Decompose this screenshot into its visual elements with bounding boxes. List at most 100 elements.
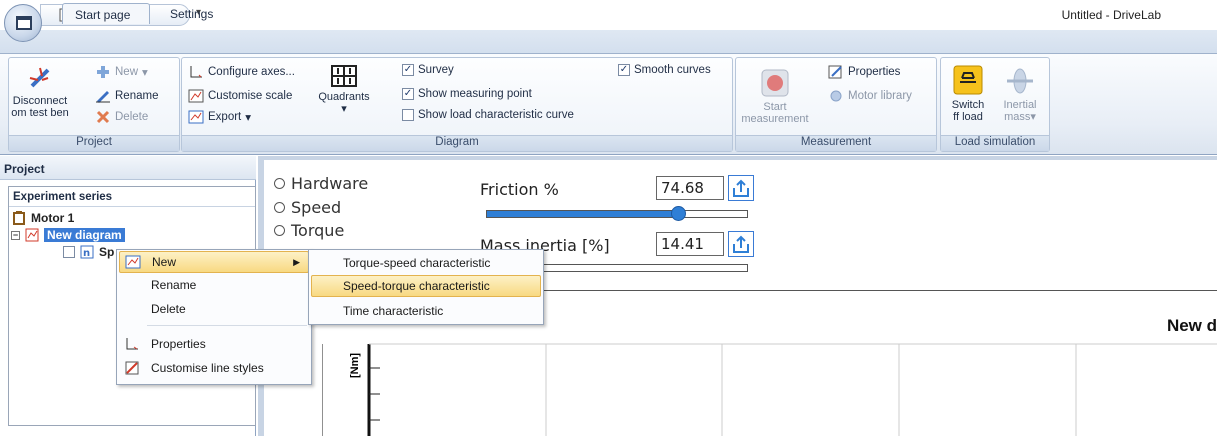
- time-characteristic-label: Time characteristic: [343, 304, 444, 318]
- inertial-label-1: Inertial: [1003, 99, 1037, 111]
- ribbon-tab-strip: [0, 30, 1217, 54]
- properties-label: Properties: [848, 66, 901, 78]
- menu-item-properties[interactable]: Properties: [119, 333, 309, 355]
- plus-icon: [95, 64, 111, 80]
- tab-start-page[interactable]: Start page: [62, 3, 150, 24]
- smooth-curves-check-icon: ✓: [618, 64, 630, 76]
- speed-torque-label: Speed-torque characteristic: [343, 279, 490, 293]
- ribbon-group-project: Disconnect om test ben New ▾ Rename Dele…: [8, 57, 180, 152]
- friction-upload-button[interactable]: [728, 175, 754, 201]
- rename-icon: [95, 88, 111, 104]
- inertial-mass-button[interactable]: Inertial mass▾: [995, 66, 1045, 123]
- quadrants-label: Quadrants: [318, 91, 370, 103]
- radio-speed[interactable]: Speed: [274, 198, 341, 217]
- record-icon: [761, 69, 789, 97]
- quadrants-icon: [331, 65, 357, 87]
- radio-hardware[interactable]: Hardware: [274, 174, 368, 193]
- motor-library-button[interactable]: Motor library: [828, 88, 912, 104]
- svg-text:n: n: [83, 248, 90, 259]
- show-load-curve-checkbox[interactable]: Show load characteristic curve: [402, 109, 574, 121]
- new-diagram-label: New diagram: [44, 228, 125, 242]
- export-button[interactable]: Export ▾: [188, 109, 251, 125]
- survey-label: Survey: [418, 64, 454, 76]
- quadrants-button[interactable]: Quadrants ▾: [314, 64, 374, 115]
- ribbon-group-load-simulation: Switch ff load Inertial mass▾ Load simul…: [940, 57, 1050, 152]
- menu-new-label: New: [152, 255, 177, 269]
- show-measuring-point-checkbox[interactable]: ✓ Show measuring point: [402, 88, 532, 100]
- rename-label: Rename: [115, 90, 159, 102]
- switch-label-2: ff load: [953, 111, 983, 123]
- show-load-curve-label: Show load characteristic curve: [418, 109, 574, 121]
- radio-speed-label: Speed: [291, 198, 342, 217]
- submenu-item-speed-torque[interactable]: Speed-torque characteristic: [311, 275, 541, 297]
- properties-icon: [828, 64, 844, 80]
- properties-button[interactable]: Properties: [828, 64, 900, 80]
- smooth-curves-checkbox[interactable]: ✓ Smooth curves: [618, 64, 711, 76]
- start-label-1: Start: [763, 101, 787, 113]
- switch-label-1: Switch: [951, 99, 985, 111]
- disconnect-button[interactable]: Disconnect om test ben: [11, 64, 69, 119]
- inertial-mass-icon: [1007, 68, 1033, 94]
- disconnect-label-2: om test ben: [11, 107, 69, 119]
- menu-item-delete[interactable]: Delete: [119, 298, 309, 320]
- customise-scale-button[interactable]: Customise scale: [188, 88, 292, 104]
- chevron-down-icon: ▾: [142, 67, 148, 79]
- project-pane-header: Project: [0, 156, 256, 180]
- collapse-icon[interactable]: −: [11, 230, 20, 240]
- mass-inertia-upload-button[interactable]: [728, 231, 754, 257]
- start-label-2: measurement: [741, 113, 809, 125]
- configure-axes-label: Configure axes...: [208, 66, 295, 78]
- tree-node-motor[interactable]: Motor 1: [11, 210, 74, 226]
- disconnect-label-1: Disconnect: [12, 95, 68, 107]
- tree-node-new-diagram[interactable]: − New diagram: [11, 227, 125, 243]
- ribbon: Disconnect om test ben New ▾ Rename Dele…: [0, 53, 1217, 155]
- radio-dot-icon: [274, 225, 285, 236]
- chevron-down-icon: ▾: [245, 112, 252, 124]
- delete-icon: [95, 109, 111, 125]
- export-label: Export: [208, 111, 242, 123]
- torque-speed-label: Torque-speed characteristic: [343, 256, 491, 270]
- menu-delete-label: Delete: [151, 302, 186, 316]
- menu-item-new[interactable]: New ▶: [119, 251, 309, 273]
- radio-hardware-label: Hardware: [291, 174, 369, 193]
- submenu-item-torque-speed[interactable]: Torque-speed characteristic: [311, 252, 541, 274]
- application-menu-button[interactable]: [4, 4, 42, 42]
- tree-node-child[interactable]: n Sp: [63, 244, 114, 260]
- survey-check-icon: ✓: [402, 64, 414, 76]
- friction-slider-thumb[interactable]: [671, 206, 687, 221]
- motor-library-label: Motor library: [848, 90, 912, 102]
- motor-label: Motor 1: [31, 211, 75, 225]
- friction-value-field[interactable]: 74.68: [656, 176, 724, 200]
- menu-item-customise-line-styles[interactable]: Customise line styles: [119, 357, 309, 379]
- disconnect-icon: [29, 67, 50, 88]
- survey-checkbox[interactable]: ✓ Survey: [402, 64, 454, 76]
- new-button[interactable]: New ▾: [95, 64, 148, 80]
- menu-line-styles-label: Customise line styles: [151, 361, 264, 375]
- delete-button[interactable]: Delete: [95, 109, 148, 125]
- show-measuring-point-label: Show measuring point: [418, 88, 532, 100]
- new-diagram-icon: [120, 255, 146, 269]
- upload-icon: [733, 179, 749, 197]
- load-curve-check-icon: [402, 109, 414, 121]
- diagram-group-title: Diagram: [182, 135, 732, 151]
- clipboard-icon: [11, 210, 27, 226]
- delete-label: Delete: [115, 111, 149, 123]
- switch-off-load-button[interactable]: Switch ff load: [945, 64, 991, 123]
- configure-axes-button[interactable]: Configure axes...: [188, 64, 295, 80]
- child-label: Sp: [99, 245, 115, 259]
- inertial-label-2: mass: [1004, 111, 1031, 123]
- chart-plot-area: [Nm]: [322, 343, 1217, 436]
- submenu-item-time[interactable]: Time characteristic: [311, 300, 541, 322]
- diagram-icon: [24, 227, 40, 243]
- menu-item-rename[interactable]: Rename: [119, 274, 309, 296]
- child-checkbox[interactable]: [63, 246, 75, 258]
- context-menu: New ▶ Rename Delete Properties Customise…: [116, 249, 312, 385]
- radio-torque[interactable]: Torque: [274, 221, 344, 240]
- mass-inertia-value-field[interactable]: 14.41: [656, 232, 724, 256]
- friction-slider-fill: [487, 211, 680, 217]
- smooth-curves-label: Smooth curves: [634, 64, 711, 76]
- tab-settings[interactable]: Settings: [158, 3, 225, 24]
- friction-slider[interactable]: [486, 206, 748, 221]
- rename-button[interactable]: Rename: [95, 88, 158, 104]
- start-measurement-button[interactable]: Start measurement: [738, 68, 812, 125]
